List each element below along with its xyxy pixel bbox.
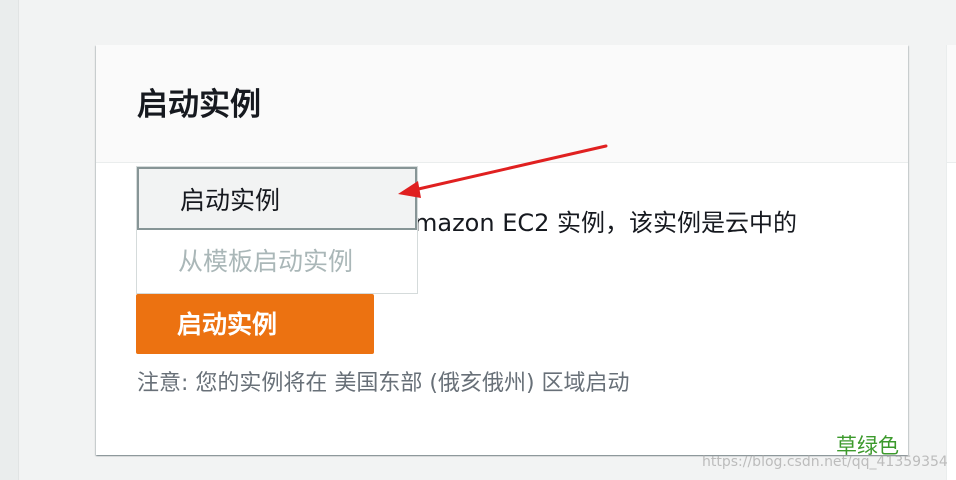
dropdown-item-launch-instance[interactable]: 启动实例 [137, 167, 417, 230]
dropdown-item-launch-from-template: 从模板启动实例 [178, 247, 354, 276]
right-panel-edge [946, 45, 956, 480]
launch-options-dropdown[interactable]: 启动实例 从模板启动实例 [136, 166, 418, 294]
card-header: 启动实例 [96, 45, 908, 163]
caret-up-icon [452, 318, 470, 331]
launch-instance-button[interactable]: 启动实例 [136, 294, 470, 354]
watermark: https://blog.csdn.net/qq_41359354 [702, 454, 948, 470]
region-note: 注意: 您的实例将在 美国东部 (俄亥俄州) 区域启动 [137, 371, 630, 396]
right-panel-header [947, 45, 956, 163]
card-title: 启动实例 [137, 87, 261, 123]
card-description: mazon EC2 实例，该实例是云中的 [414, 209, 798, 237]
left-margin-strip [0, 0, 19, 480]
launch-button-label: 启动实例 [177, 310, 278, 339]
